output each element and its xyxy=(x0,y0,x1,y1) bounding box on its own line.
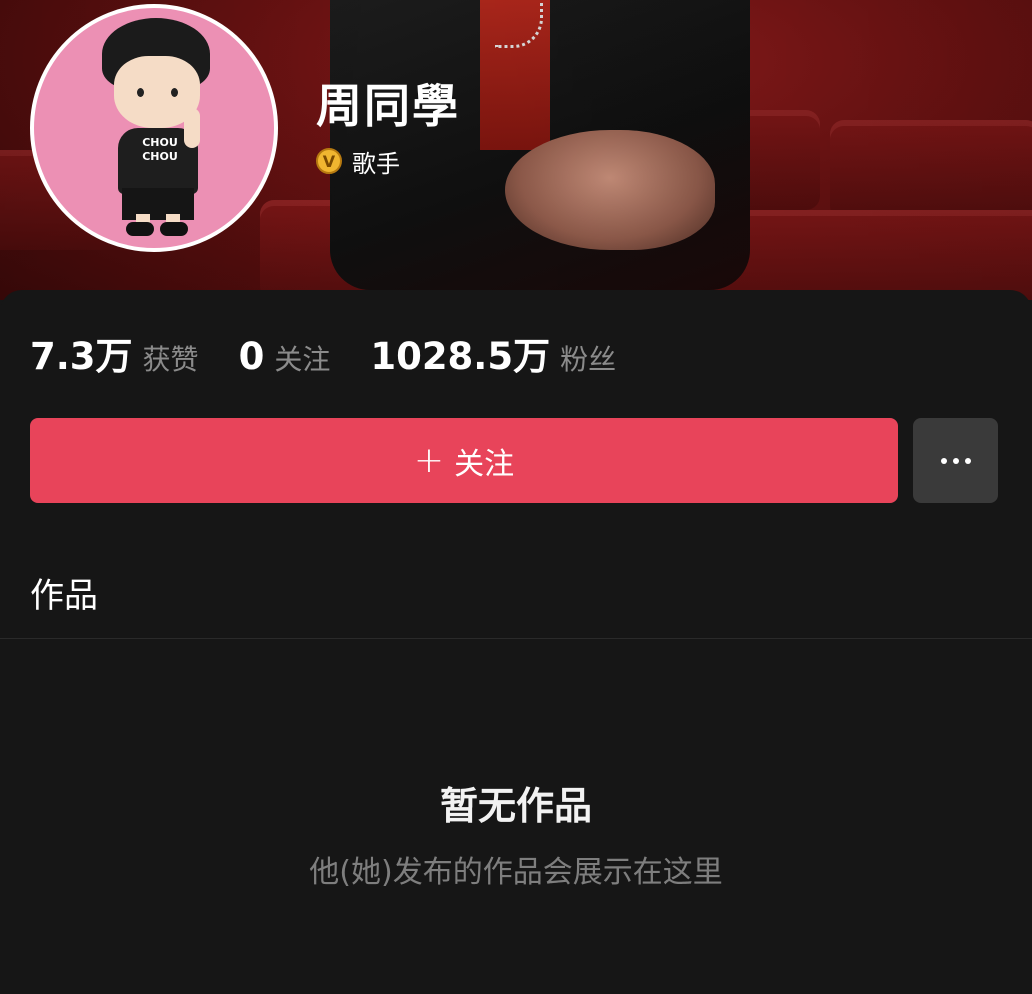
avatar-arm xyxy=(184,108,200,148)
stat-followers[interactable]: 1028.5万 粉丝 xyxy=(370,326,616,380)
stat-label: 关注 xyxy=(274,343,331,376)
avatar-eye xyxy=(171,88,178,97)
profile-name: 周同學 xyxy=(316,79,460,133)
stat-value: 1028.5万 xyxy=(370,335,551,378)
follow-button[interactable]: + 关注 xyxy=(30,418,898,503)
stat-likes[interactable]: 7.3万 获赞 xyxy=(30,326,199,380)
empty-state-subtitle: 他(她)发布的作品会展示在这里 xyxy=(309,855,723,890)
avatar-eye xyxy=(137,88,144,97)
stat-label: 粉丝 xyxy=(560,343,617,376)
more-button[interactable] xyxy=(913,418,998,503)
avatar-shirt-text: CHOU CHOU xyxy=(142,136,178,163)
stats-row: 7.3万 获赞 0 关注 1028.5万 粉丝 xyxy=(30,326,656,378)
stat-value: 0 xyxy=(238,335,265,378)
follow-label: 关注 xyxy=(454,446,515,482)
role-row: V 歌手 xyxy=(316,146,400,178)
tab-divider xyxy=(0,638,1032,639)
role-label: 歌手 xyxy=(352,149,400,178)
stat-label: 获赞 xyxy=(142,343,199,376)
plus-icon: + xyxy=(413,440,445,481)
dot xyxy=(964,457,971,464)
avatar-shorts xyxy=(122,188,194,220)
verified-badge-icon: V xyxy=(316,148,342,174)
dot xyxy=(940,457,947,464)
tab-works[interactable]: 作品 xyxy=(30,568,98,617)
more-icon xyxy=(938,457,974,464)
avatar-shoe xyxy=(160,222,188,236)
stat-value: 7.3万 xyxy=(30,335,133,378)
empty-state-title: 暂无作品 xyxy=(439,784,592,828)
avatar-shoe xyxy=(126,222,154,236)
avatar[interactable]: CHOU CHOU xyxy=(30,4,278,252)
dot xyxy=(952,457,959,464)
stat-following[interactable]: 0 关注 xyxy=(239,335,331,378)
